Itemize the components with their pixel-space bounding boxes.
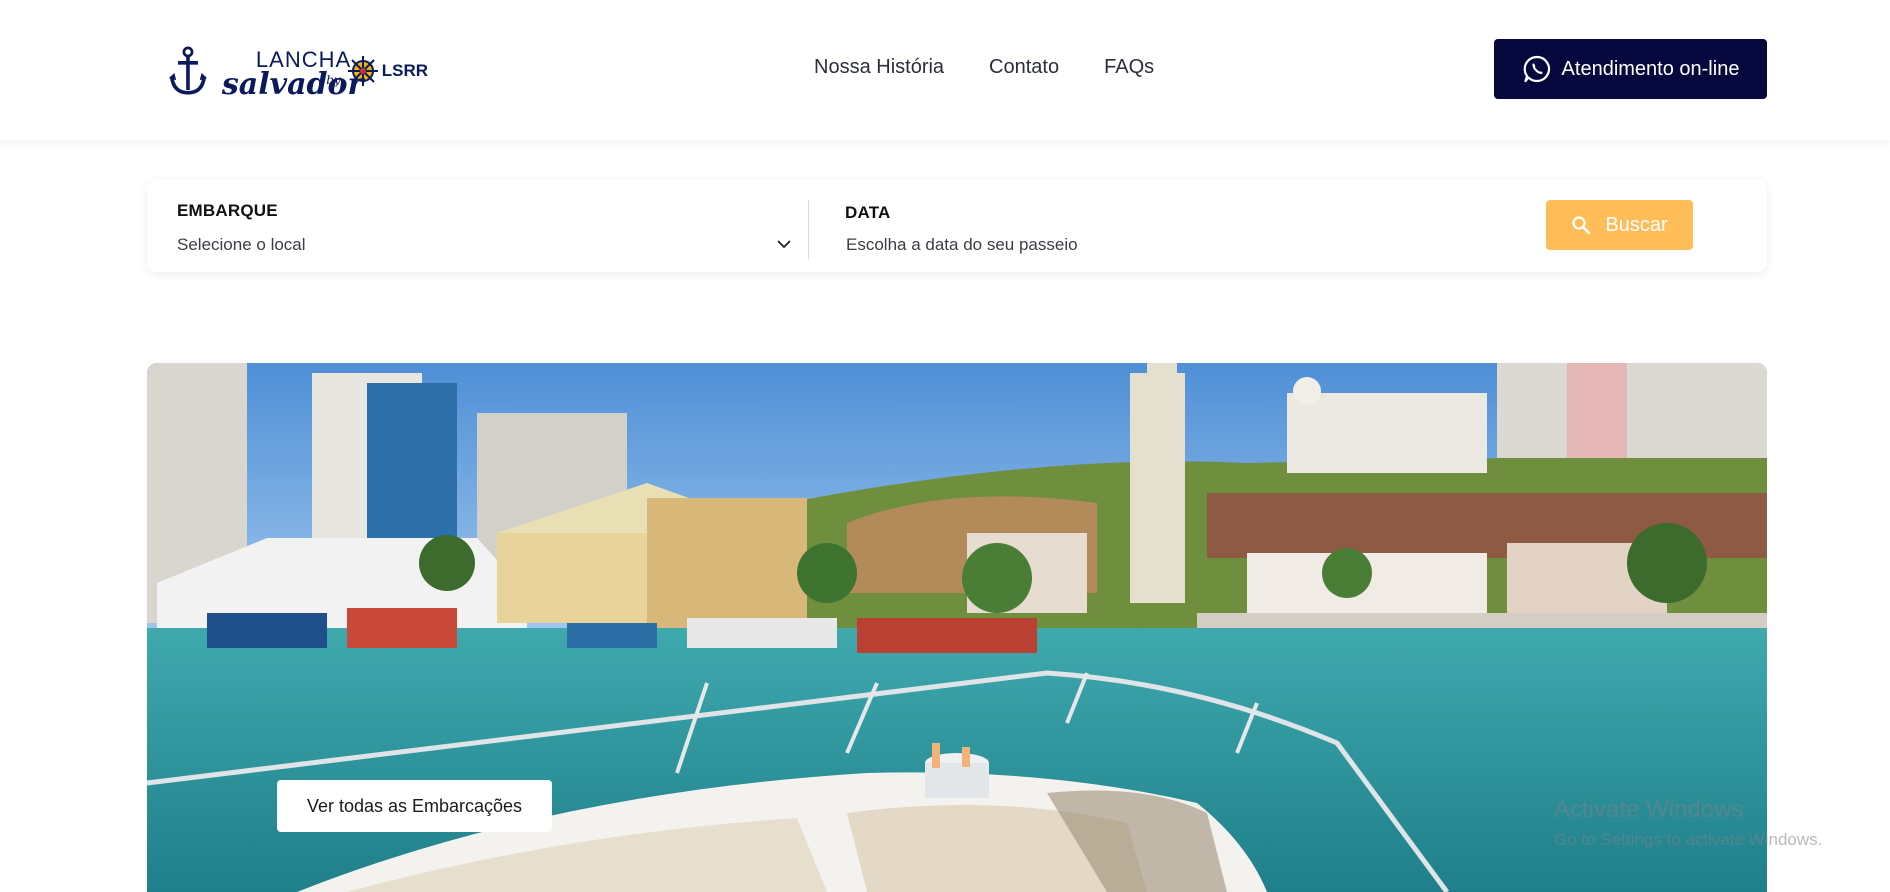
site-header: LANCHA salvador by LSRR Nossa História C… — [0, 0, 1890, 140]
watermark-subtitle: Go to Settings to activate Windows. — [1554, 830, 1823, 849]
search-icon — [1572, 216, 1591, 235]
embarque-select[interactable]: Selecione o local — [177, 235, 306, 255]
search-button-label: Buscar — [1605, 213, 1668, 236]
search-bar: EMBARQUE Selecione o local DATA Escolha … — [147, 180, 1767, 272]
chevron-down-icon[interactable] — [776, 236, 792, 252]
logo-wordmark: LANCHA salvador — [210, 41, 363, 102]
whatsapp-icon — [1523, 55, 1550, 83]
whatsapp-button-label: Atendimento on-line — [1561, 57, 1740, 80]
whatsapp-button[interactable]: Atendimento on-line — [1494, 39, 1767, 99]
logo-salvador-text: salvador — [221, 67, 364, 102]
watermark-title: Activate Windows — [1554, 796, 1744, 823]
data-label: DATA — [845, 203, 891, 222]
nav-nossa-historia[interactable]: Nossa História — [814, 56, 944, 79]
anchor-icon — [168, 46, 208, 95]
view-all-boats-button[interactable]: Ver todas as Embarcações — [277, 780, 552, 832]
view-all-boats-label: Ver todas as Embarcações — [306, 795, 523, 816]
partner-name: LSRR — [381, 61, 428, 80]
hero-banner: Ver todas as Embarcações — [147, 363, 1767, 892]
search-button[interactable]: Buscar — [1546, 200, 1693, 250]
main-nav: Nossa História Contato FAQs — [814, 56, 1154, 79]
site-logo[interactable]: LANCHA salvador by LSRR — [168, 36, 428, 106]
field-divider — [808, 200, 809, 260]
windows-activation-watermark: Activate Windows Go to Settings to activ… — [1554, 796, 1822, 850]
nav-faqs[interactable]: FAQs — [1104, 56, 1154, 79]
nav-contato[interactable]: Contato — [989, 56, 1059, 79]
embarque-label: EMBARQUE — [177, 201, 278, 220]
date-input[interactable]: Escolha a data do seu passeio — [846, 235, 1078, 255]
